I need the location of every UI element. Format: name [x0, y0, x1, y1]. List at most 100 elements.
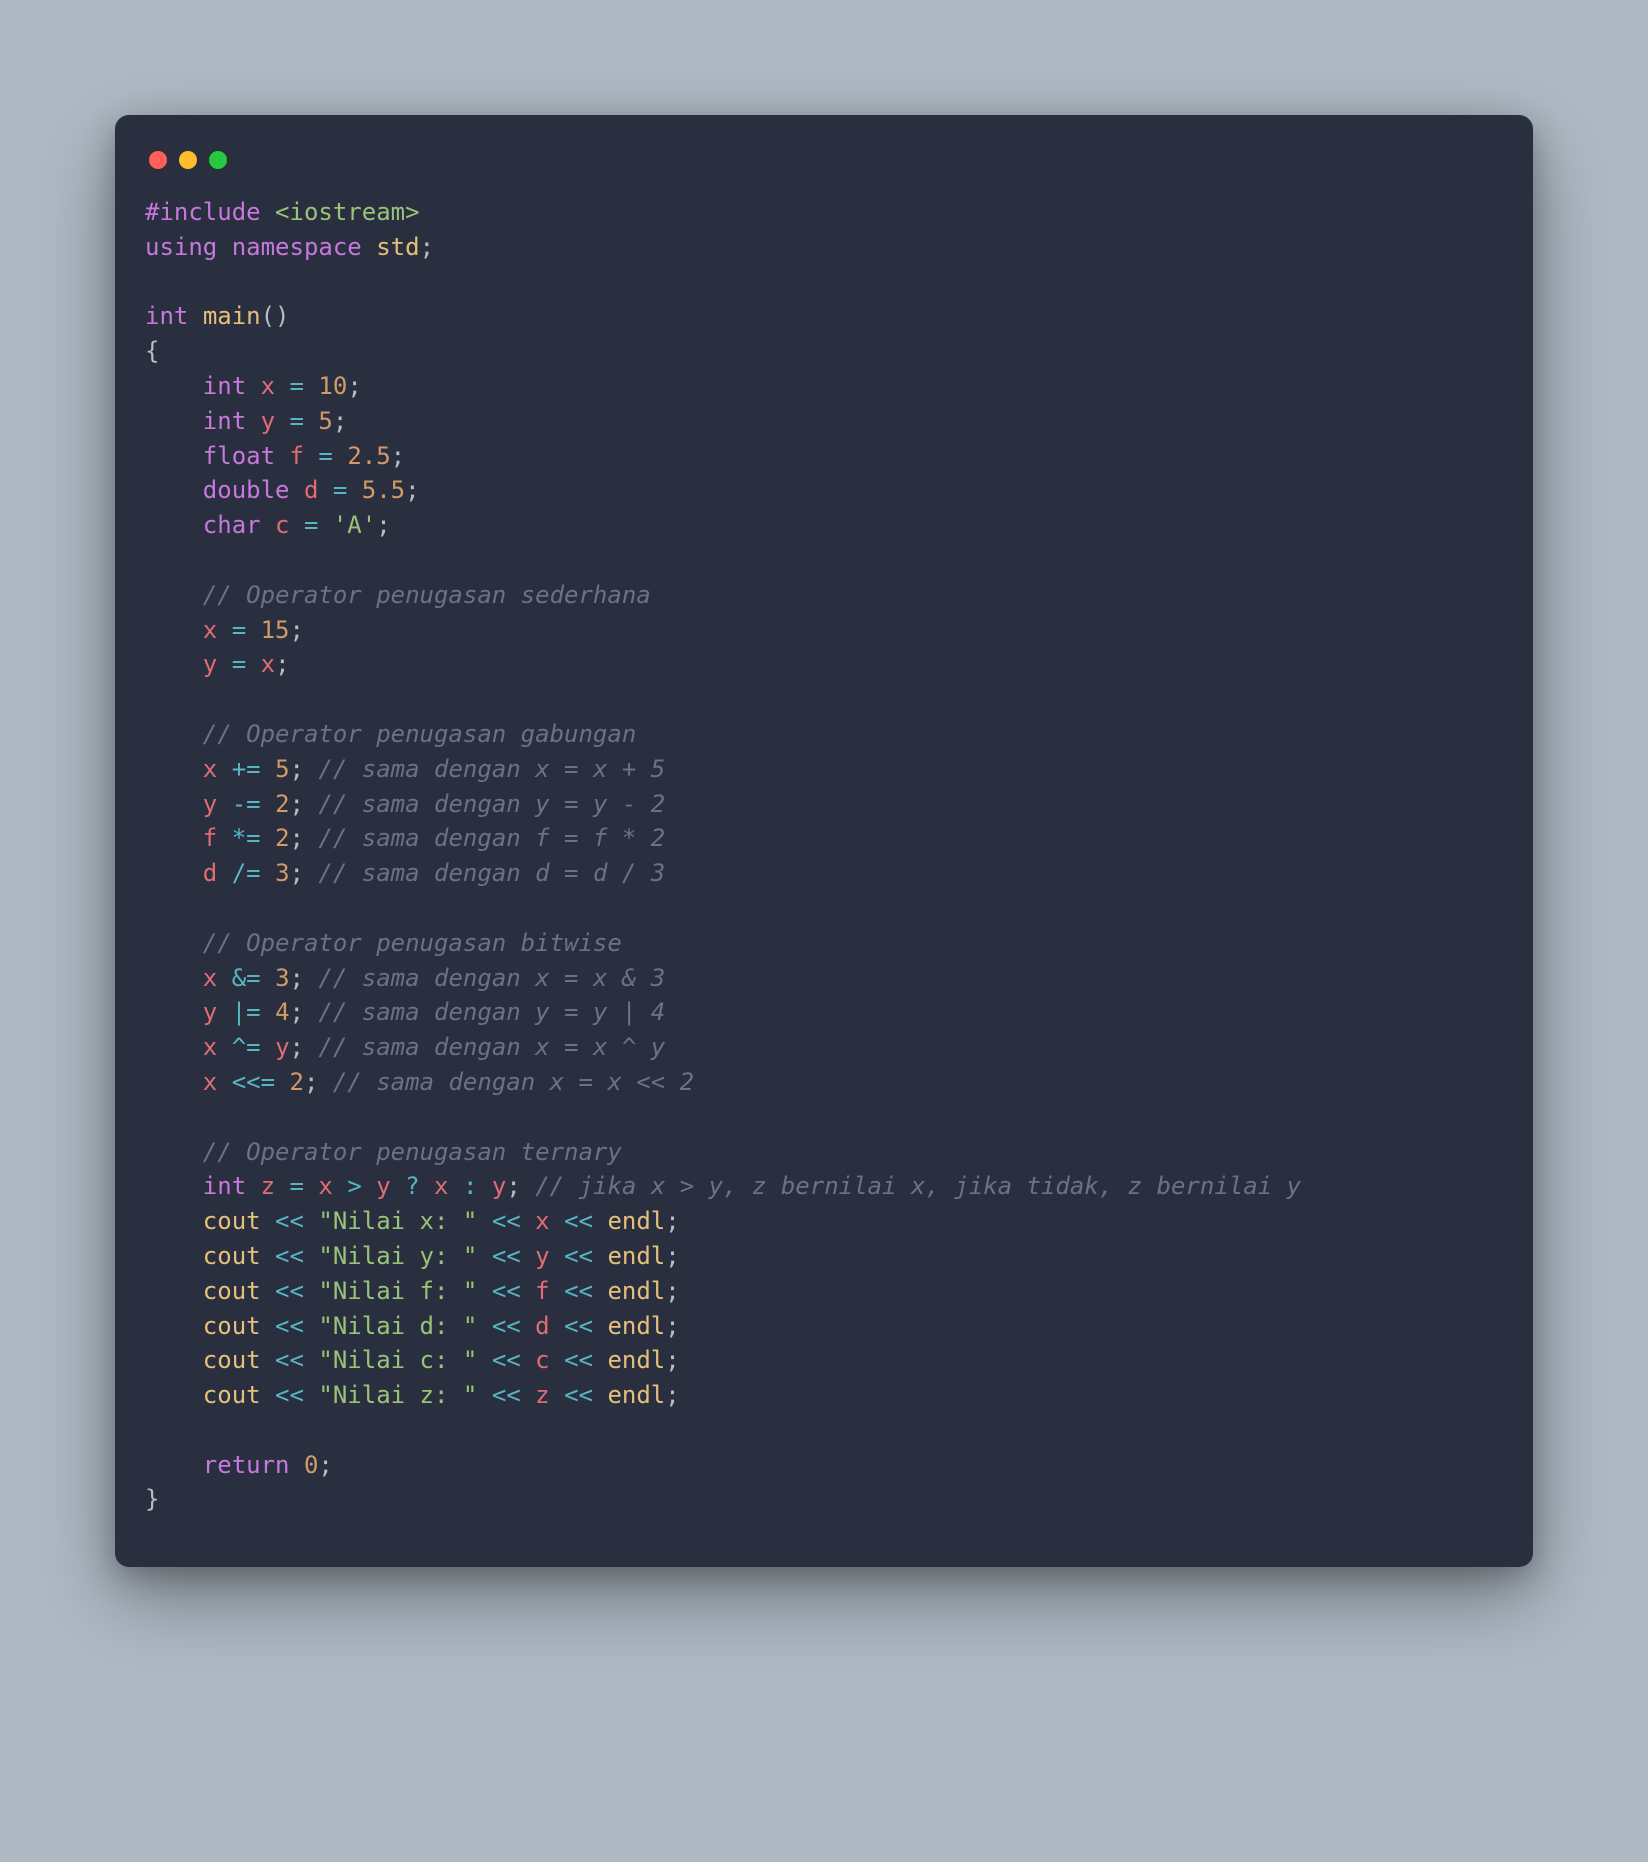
- code-token: 2: [275, 824, 289, 852]
- code-token: ;: [290, 1033, 319, 1061]
- code-token: [145, 1207, 203, 1235]
- code-token: 2.5: [347, 442, 390, 470]
- code-token: main: [203, 302, 261, 330]
- code-token: int: [145, 302, 188, 330]
- code-token: [261, 1207, 275, 1235]
- code-token: :: [463, 1172, 477, 1200]
- code-token: [477, 1277, 491, 1305]
- code-token: [550, 1242, 564, 1270]
- code-token: [145, 1033, 203, 1061]
- code-token: [304, 442, 318, 470]
- code-token: y: [203, 998, 217, 1026]
- code-token: cout: [203, 1242, 261, 1270]
- code-token: [477, 1172, 491, 1200]
- code-token: x: [318, 1172, 332, 1200]
- code-token: ;: [391, 442, 405, 470]
- code-token: [188, 302, 202, 330]
- code-token: ;: [290, 616, 304, 644]
- code-token: <<: [275, 1207, 304, 1235]
- code-token: [246, 407, 260, 435]
- code-token: 5: [318, 407, 332, 435]
- code-token: <<: [564, 1207, 593, 1235]
- code-token: y: [376, 1172, 390, 1200]
- code-token: [145, 1381, 203, 1409]
- code-token: x: [203, 964, 217, 992]
- code-token: [145, 1346, 203, 1374]
- code-token: [145, 1242, 203, 1270]
- code-token: <<: [275, 1277, 304, 1305]
- code-token: [145, 1172, 203, 1200]
- code-token: [333, 1172, 347, 1200]
- code-token: [145, 1312, 203, 1340]
- code-token: x: [203, 755, 217, 783]
- code-token: [261, 964, 275, 992]
- code-token: namespace: [232, 233, 362, 261]
- code-token: [217, 1033, 231, 1061]
- code-token: float: [203, 442, 275, 470]
- code-token: [550, 1312, 564, 1340]
- code-token: <<: [275, 1381, 304, 1409]
- code-token: <<: [492, 1207, 521, 1235]
- code-token: <<: [492, 1242, 521, 1270]
- code-token: using: [145, 233, 217, 261]
- code-token: x: [203, 1033, 217, 1061]
- code-token: x: [261, 650, 275, 678]
- close-icon[interactable]: [149, 151, 167, 169]
- code-token: z: [535, 1381, 549, 1409]
- code-token: 5: [275, 755, 289, 783]
- code-token: 2: [275, 790, 289, 818]
- code-token: x: [434, 1172, 448, 1200]
- code-token: >: [347, 1172, 361, 1200]
- code-token: cout: [203, 1346, 261, 1374]
- code-token: ;: [405, 476, 419, 504]
- code-token: [304, 1381, 318, 1409]
- code-token: [550, 1381, 564, 1409]
- code-token: f: [535, 1277, 549, 1305]
- code-token: // sama dengan y = y - 2: [318, 790, 665, 818]
- code-token: [145, 442, 203, 470]
- code-token: cout: [203, 1277, 261, 1305]
- code-token: endl: [607, 1381, 665, 1409]
- code-token: std: [376, 233, 419, 261]
- code-token: return: [203, 1451, 290, 1479]
- code-token: 5.5: [362, 476, 405, 504]
- code-window: #include <iostream> using namespace std;…: [115, 115, 1533, 1567]
- code-token: ^=: [232, 1033, 261, 1061]
- code-token: [593, 1277, 607, 1305]
- minimize-icon[interactable]: [179, 151, 197, 169]
- code-token: #include: [145, 198, 261, 226]
- code-token: ;: [347, 372, 361, 400]
- code-token: ;: [665, 1277, 679, 1305]
- code-token: [275, 1068, 289, 1096]
- code-token: [145, 824, 203, 852]
- code-token: d: [304, 476, 318, 504]
- code-token: <<=: [232, 1068, 275, 1096]
- code-token: cout: [203, 1312, 261, 1340]
- code-token: }: [145, 1485, 159, 1513]
- code-token: (): [261, 302, 290, 330]
- code-token: x: [203, 616, 217, 644]
- code-token: 3: [275, 859, 289, 887]
- code-token: "Nilai x: ": [318, 1207, 477, 1235]
- code-token: {: [145, 337, 159, 365]
- code-token: x: [535, 1207, 549, 1235]
- code-token: f: [203, 824, 217, 852]
- code-token: // sama dengan y = y | 4: [318, 998, 665, 1026]
- code-token: [304, 1312, 318, 1340]
- code-token: endl: [607, 1277, 665, 1305]
- code-token: ;: [506, 1172, 535, 1200]
- code-token: // sama dengan x = x & 3: [318, 964, 665, 992]
- code-token: 3: [275, 964, 289, 992]
- zoom-icon[interactable]: [209, 151, 227, 169]
- code-token: [521, 1242, 535, 1270]
- code-token: [593, 1312, 607, 1340]
- code-token: [261, 790, 275, 818]
- code-token: [550, 1277, 564, 1305]
- code-token: y: [535, 1242, 549, 1270]
- code-token: y: [492, 1172, 506, 1200]
- code-token: [217, 233, 231, 261]
- code-token: int: [203, 407, 246, 435]
- code-token: endl: [607, 1346, 665, 1374]
- code-token: ;: [333, 407, 347, 435]
- code-token: <iostream>: [275, 198, 420, 226]
